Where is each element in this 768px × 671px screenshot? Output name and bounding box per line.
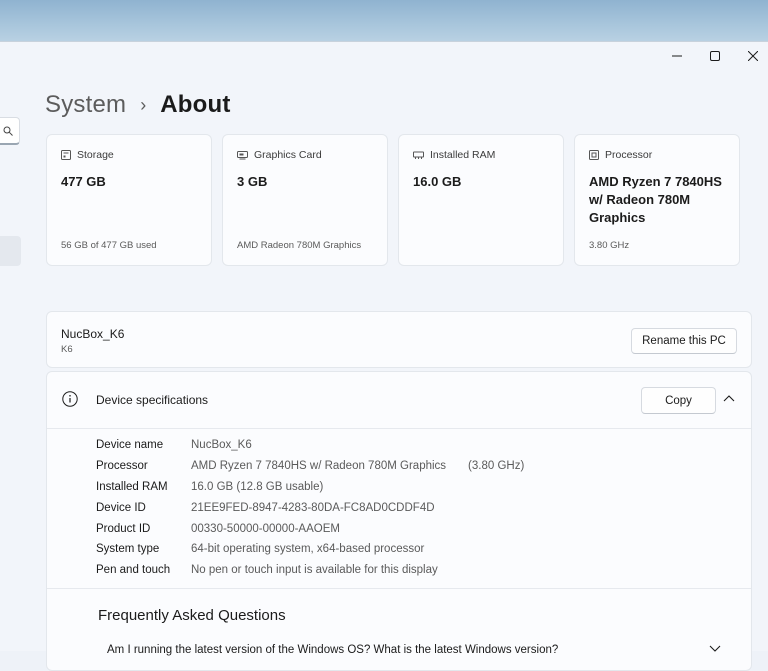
spec-row-installed-ram: Installed RAM 16.0 GB (12.8 GB usable) xyxy=(96,477,524,498)
desktop-background xyxy=(0,0,768,42)
spec-row-processor: Processor AMD Ryzen 7 7840HS w/ Radeon 7… xyxy=(96,456,524,477)
info-icon xyxy=(62,391,78,407)
maximize-button[interactable] xyxy=(696,42,734,70)
copy-button[interactable]: Copy xyxy=(641,387,716,414)
divider xyxy=(47,588,751,589)
faq-title: Frequently Asked Questions xyxy=(98,607,286,624)
spec-value: 64-bit operating system, x64-based proce… xyxy=(191,543,425,556)
breadcrumb: System › About xyxy=(45,88,231,122)
storage-label: Storage xyxy=(77,149,114,161)
graphics-card-icon xyxy=(237,151,248,160)
page-title: About xyxy=(160,91,231,118)
graphics-card-card[interactable]: Graphics Card 3 GB AMD Radeon 780M Graph… xyxy=(222,134,388,266)
storage-icon xyxy=(61,150,71,160)
ram-value: 16.0 GB xyxy=(413,174,462,189)
breadcrumb-system[interactable]: System xyxy=(45,91,126,119)
close-icon xyxy=(748,51,758,61)
processor-value: AMD Ryzen 7 7840HS w/ Radeon 780M Graphi… xyxy=(589,174,722,225)
storage-card[interactable]: Storage 477 GB 56 GB of 477 GB used xyxy=(46,134,212,266)
ram-icon xyxy=(413,151,424,159)
spec-value: AMD Ryzen 7 7840HS w/ Radeon 780M Graphi… xyxy=(191,460,447,473)
device-specifications-section: Device specifications Copy Device name N… xyxy=(46,371,752,671)
rename-pc-button[interactable]: Rename this PC xyxy=(631,328,737,354)
minimize-button[interactable] xyxy=(658,42,696,70)
close-button[interactable] xyxy=(734,42,768,70)
spec-label: Device name xyxy=(96,439,164,452)
spec-row-device-name: Device name NucBox_K6 xyxy=(96,435,524,456)
spec-label: Processor xyxy=(96,460,148,473)
storage-usage: 56 GB of 477 GB used xyxy=(61,240,157,251)
spec-row-pen-touch: Pen and touch No pen or touch input is a… xyxy=(96,560,524,581)
maximize-icon xyxy=(710,51,720,61)
chevron-down-icon[interactable] xyxy=(709,645,721,653)
processor-speed: 3.80 GHz xyxy=(589,240,630,251)
settings-search-box[interactable] xyxy=(0,117,20,145)
spec-value: 00330-50000-00000-AAOEM xyxy=(191,522,340,535)
device-specifications-header[interactable]: Device specifications Copy xyxy=(47,372,751,429)
spec-label: Product ID xyxy=(96,522,151,535)
ram-card[interactable]: Installed RAM 16.0 GB xyxy=(398,134,564,266)
chevron-up-icon[interactable] xyxy=(723,394,735,402)
processor-icon xyxy=(589,150,599,160)
pc-model: K6 xyxy=(61,344,73,355)
graphics-card-value: 3 GB xyxy=(237,174,268,189)
processor-card[interactable]: Processor AMD Ryzen 7 7840HS w/ Radeon 7… xyxy=(574,134,740,266)
spec-label: Pen and touch xyxy=(96,564,171,577)
spec-list: Device name NucBox_K6 Processor AMD Ryze… xyxy=(96,435,524,581)
pc-name-section: NucBox_K6 K6 Rename this PC xyxy=(46,311,752,368)
spec-row-device-id: Device ID 21EE9FED-8947-4283-80DA-FC8AD0… xyxy=(96,497,524,518)
spec-value-speed: (3.80 GHz) xyxy=(468,460,525,473)
spec-value: 21EE9FED-8947-4283-80DA-FC8AD0CDDF4D xyxy=(191,501,435,514)
storage-value: 477 GB xyxy=(61,174,106,189)
minimize-icon xyxy=(672,55,682,57)
search-icon xyxy=(3,126,13,136)
spec-label: Installed RAM xyxy=(96,480,168,493)
spec-label: Device ID xyxy=(96,501,146,514)
spec-value: No pen or touch input is available for t… xyxy=(191,564,438,577)
spec-label: System type xyxy=(96,543,160,556)
graphics-card-model: AMD Radeon 780M Graphics xyxy=(237,240,362,251)
spec-row-system-type: System type 64-bit operating system, x64… xyxy=(96,539,524,560)
sidebar-item-selected[interactable] xyxy=(0,236,21,266)
spec-value: NucBox_K6 xyxy=(191,439,252,452)
ram-label: Installed RAM xyxy=(430,149,496,161)
graphics-card-label: Graphics Card xyxy=(254,149,322,161)
chevron-right-icon: › xyxy=(140,94,147,115)
pc-name: NucBox_K6 xyxy=(61,327,125,341)
spec-row-product-id: Product ID 00330-50000-00000-AAOEM xyxy=(96,518,524,539)
spec-value: 16.0 GB (12.8 GB usable) xyxy=(191,480,324,493)
device-specifications-title: Device specifications xyxy=(96,393,209,407)
faq-question[interactable]: Am I running the latest version of the W… xyxy=(107,644,558,656)
processor-label: Processor xyxy=(605,149,653,161)
